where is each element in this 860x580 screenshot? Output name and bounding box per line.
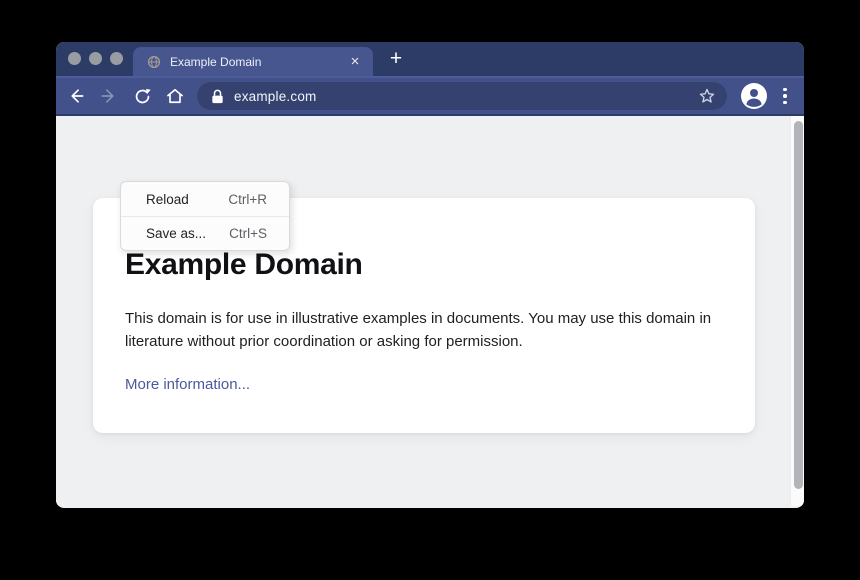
bookmark-star-icon[interactable] bbox=[697, 86, 717, 106]
browser-window: Example Domain × + bbox=[56, 42, 804, 508]
toolbar: example.com bbox=[56, 76, 804, 116]
forward-button[interactable] bbox=[96, 83, 122, 109]
page-viewport: Example Domain This domain is for use in… bbox=[56, 116, 804, 506]
browser-tab[interactable]: Example Domain × bbox=[133, 47, 373, 76]
page-heading: Example Domain bbox=[125, 248, 723, 282]
profile-avatar-icon[interactable] bbox=[741, 83, 767, 109]
window-controls bbox=[68, 52, 123, 65]
page-paragraph: This domain is for use in illustrative e… bbox=[125, 307, 727, 354]
overflow-menu-icon bbox=[783, 88, 787, 92]
maximize-window-button[interactable] bbox=[110, 52, 123, 65]
back-button[interactable] bbox=[63, 83, 89, 109]
tab-close-icon[interactable]: × bbox=[347, 54, 363, 70]
menu-item-label: Reload bbox=[146, 192, 189, 207]
more-information-link[interactable]: More information... bbox=[125, 376, 250, 393]
menu-item-shortcut: Ctrl+S bbox=[229, 226, 267, 241]
close-window-button[interactable] bbox=[68, 52, 81, 65]
screen: Example Domain × + bbox=[0, 0, 860, 580]
globe-favicon-icon bbox=[147, 55, 161, 69]
menu-item-label: Save as... bbox=[146, 226, 206, 241]
lock-icon[interactable] bbox=[211, 89, 224, 104]
titlebar: Example Domain × + bbox=[56, 42, 804, 76]
reload-button[interactable] bbox=[129, 83, 155, 109]
forward-arrow-icon bbox=[99, 86, 119, 106]
new-tab-button[interactable]: + bbox=[384, 45, 408, 73]
minimize-window-button[interactable] bbox=[89, 52, 102, 65]
reload-icon bbox=[133, 87, 152, 106]
context-menu: Reload Ctrl+R Save as... Ctrl+S bbox=[120, 181, 290, 251]
browser-menu-button[interactable] bbox=[775, 85, 795, 107]
context-menu-item-save-as[interactable]: Save as... Ctrl+S bbox=[121, 216, 289, 250]
back-arrow-icon bbox=[66, 86, 86, 106]
home-icon bbox=[165, 86, 185, 106]
url-text[interactable]: example.com bbox=[234, 89, 697, 104]
address-bar[interactable]: example.com bbox=[197, 82, 727, 110]
scrollbar-track[interactable] bbox=[790, 116, 804, 506]
context-menu-item-reload[interactable]: Reload Ctrl+R bbox=[121, 182, 289, 216]
home-button[interactable] bbox=[162, 83, 188, 109]
menu-item-shortcut: Ctrl+R bbox=[228, 192, 267, 207]
scrollbar-thumb[interactable] bbox=[794, 121, 803, 489]
tab-title: Example Domain bbox=[170, 55, 347, 69]
